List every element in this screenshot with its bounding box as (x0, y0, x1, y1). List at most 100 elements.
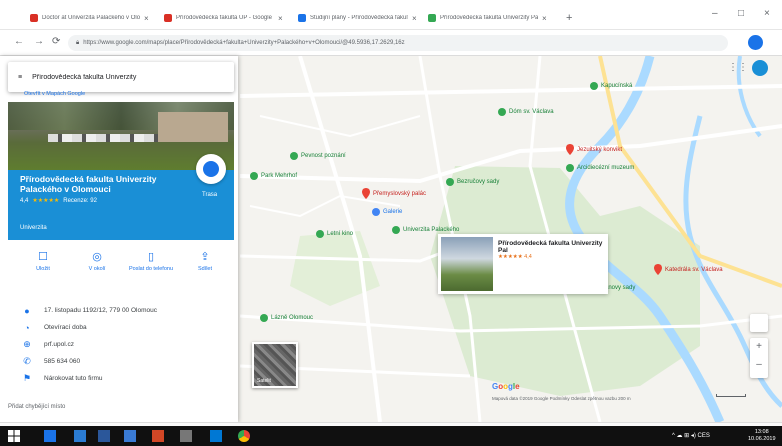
reload-icon[interactable]: ⟳ (52, 36, 60, 47)
green-poi-icon (316, 230, 324, 238)
zoom-out-button[interactable]: – (750, 356, 768, 374)
nearby-button[interactable]: ◎ V okolí (72, 250, 122, 272)
google-logo: Google (492, 382, 520, 391)
send-to-phone-button[interactable]: ▯ Poslat do telefonu (126, 250, 176, 272)
place-preview-card[interactable]: Přírodovědecká fakulta Univerzity Pal ★★… (438, 234, 608, 294)
open-in-maps-link[interactable]: Otevřít v Mapách Google (24, 91, 85, 97)
address-row[interactable]: ● 17. listopadu 1192/12, 779 00 Olomouc (8, 302, 234, 319)
place-actions: ☐ Uložit ◎ V okolí ▯ Poslat do telefonu … (8, 246, 234, 286)
map-poi[interactable]: Letní kino (316, 230, 353, 238)
windows-start-icon[interactable] (8, 430, 20, 442)
map-poi[interactable]: Jezuitský konvikt (566, 144, 622, 155)
photo-building (158, 112, 228, 142)
place-preview-title: Přírodovědecká fakulta Univerzity Pal (498, 240, 603, 254)
place-preview-photo (441, 237, 493, 291)
tab-close-icon[interactable]: × (542, 14, 547, 23)
satellite-toggle-label: Satelit (257, 378, 271, 384)
green-poi-icon (498, 108, 506, 116)
map-poi[interactable]: Univerzita Palackého (392, 226, 459, 234)
browser-tab[interactable]: Doctor at Univerzita Palackého v Olomouc… (30, 10, 149, 26)
powerpoint-icon[interactable] (152, 430, 164, 442)
back-icon[interactable]: ← (14, 36, 24, 47)
taskbar-clock[interactable]: 13:08 10.06.2019 (748, 429, 776, 443)
map-poi[interactable]: Park Mehrhof (250, 172, 297, 180)
apps-grid-icon[interactable]: ⋮⋮ (728, 62, 748, 73)
map-poi[interactable]: Galerie (372, 208, 402, 216)
tab-favicon-icon (298, 14, 306, 22)
phone-send-icon: ▯ (147, 251, 155, 263)
task-view-icon[interactable] (44, 430, 56, 442)
profile-avatar[interactable] (748, 35, 763, 50)
tab-close-icon[interactable]: × (144, 14, 149, 23)
chrome-icon[interactable] (238, 430, 250, 442)
reviews-link[interactable]: Recenze: 92 (63, 198, 97, 204)
place-category[interactable]: Univerzita (20, 225, 47, 231)
website-row[interactable]: ⊕ prf.upol.cz (8, 336, 234, 353)
place-details: ● 17. listopadu 1192/12, 779 00 Olomouc … (8, 302, 234, 387)
clock-icon: ◔ (24, 322, 30, 333)
browser-toolbar: ← → ⟳ 🔒︎ https://www.google.com/maps/pla… (0, 30, 782, 56)
map-poi[interactable]: Katedrála sv. Václava (654, 264, 723, 275)
tab-close-icon[interactable]: × (412, 14, 417, 23)
directions-label: Trasa (202, 192, 218, 198)
hours-row[interactable]: ◔ Otevírací doba (8, 319, 234, 336)
directions-icon (203, 161, 219, 177)
tab-favicon-icon (30, 14, 38, 22)
store-icon[interactable] (210, 430, 222, 442)
website-text: prf.upol.cz (44, 341, 74, 348)
tab-favicon-icon (428, 14, 436, 22)
poi-label: Lázně Olomouc (271, 315, 314, 321)
tab-title: Přírodovědecká fakulta Univerzity Palac (440, 15, 538, 21)
map-poi[interactable]: Přemyslovský palác (362, 188, 426, 199)
place-header: Přírodovědecká fakulta Univerzity Palack… (8, 154, 234, 240)
browser-tab[interactable]: Přírodovědecká fakulta Univerzity Palac … (428, 10, 547, 26)
rating-stars-icon: ★★★★★ (32, 198, 60, 204)
place-title: Přírodovědecká fakulta Univerzity Palack… (20, 174, 157, 194)
browser-tab-active[interactable]: Přírodovědecká fakulta UP - Google Maps … (164, 10, 283, 26)
pin-icon: ● (24, 305, 30, 316)
my-location-button[interactable] (750, 314, 768, 332)
address-bar[interactable]: 🔒︎ https://www.google.com/maps/place/Pří… (68, 35, 728, 51)
share-button[interactable]: ⇪ Sdílet (180, 250, 230, 272)
file-explorer-icon[interactable] (124, 430, 136, 442)
clock-date: 10.06.2019 (748, 436, 776, 442)
map-poi[interactable]: Pevnost poznání (290, 152, 346, 160)
zoom-in-button[interactable]: + (750, 338, 768, 356)
calculator-icon[interactable] (180, 430, 192, 442)
map-poi[interactable]: Arcidiecézní muzeum (566, 164, 634, 172)
search-box: ≡ (8, 62, 234, 92)
poi-label: Bezručovy sady (457, 179, 500, 185)
new-tab-button[interactable]: + (566, 12, 572, 24)
edge-icon[interactable] (74, 430, 86, 442)
tab-close-icon[interactable]: × (278, 14, 283, 23)
word-icon[interactable] (98, 430, 110, 442)
place-rating: 4,4 ★★★★★ Recenze: 92 (20, 197, 97, 205)
maximize-icon[interactable]: □ (738, 8, 744, 19)
poi-label: Dóm sv. Václava (509, 109, 554, 115)
satellite-toggle[interactable]: Satelit (252, 342, 298, 388)
map-poi[interactable]: Kapucínská (590, 82, 632, 90)
system-tray[interactable]: ^ ☁ ⊞ ◂) CES (672, 432, 710, 439)
directions-button[interactable] (196, 154, 226, 184)
map-poi[interactable]: Lázně Olomouc (260, 314, 313, 322)
forward-icon[interactable]: → (34, 36, 44, 47)
minimize-icon[interactable]: – (712, 8, 718, 19)
address-text: 17. listopadu 1192/12, 779 00 Olomouc (44, 307, 157, 314)
phone-row[interactable]: ✆ 585 634 060 (8, 353, 234, 370)
send-to-phone-label: Poslat do telefonu (128, 266, 174, 272)
window-close-icon[interactable]: × (764, 8, 770, 19)
account-avatar[interactable] (752, 60, 768, 76)
green-poi-icon (566, 164, 574, 172)
claim-business-row[interactable]: ⚑ Nárokovat tuto firmu (8, 370, 234, 387)
save-button[interactable]: ☐ Uložit (18, 250, 68, 272)
search-input[interactable] (32, 73, 203, 81)
place-panel: ≡ Otevřít v Mapách Google Přírodovědecká… (0, 56, 238, 422)
map-poi[interactable]: Dóm sv. Václava (498, 108, 554, 116)
browser-tab[interactable]: Studijní plány - Přírodovědecká fakulta … (298, 10, 417, 26)
clock-time: 13:08 (754, 429, 769, 435)
poi-label: Jezuitský konvikt (577, 146, 623, 153)
map-poi[interactable]: Bezručovy sady (446, 178, 499, 186)
poi-label: Přemyslovský palác (373, 190, 427, 197)
menu-icon[interactable]: ≡ (18, 74, 22, 81)
add-missing-place-link[interactable]: Přidat chybějící místo (8, 404, 65, 410)
